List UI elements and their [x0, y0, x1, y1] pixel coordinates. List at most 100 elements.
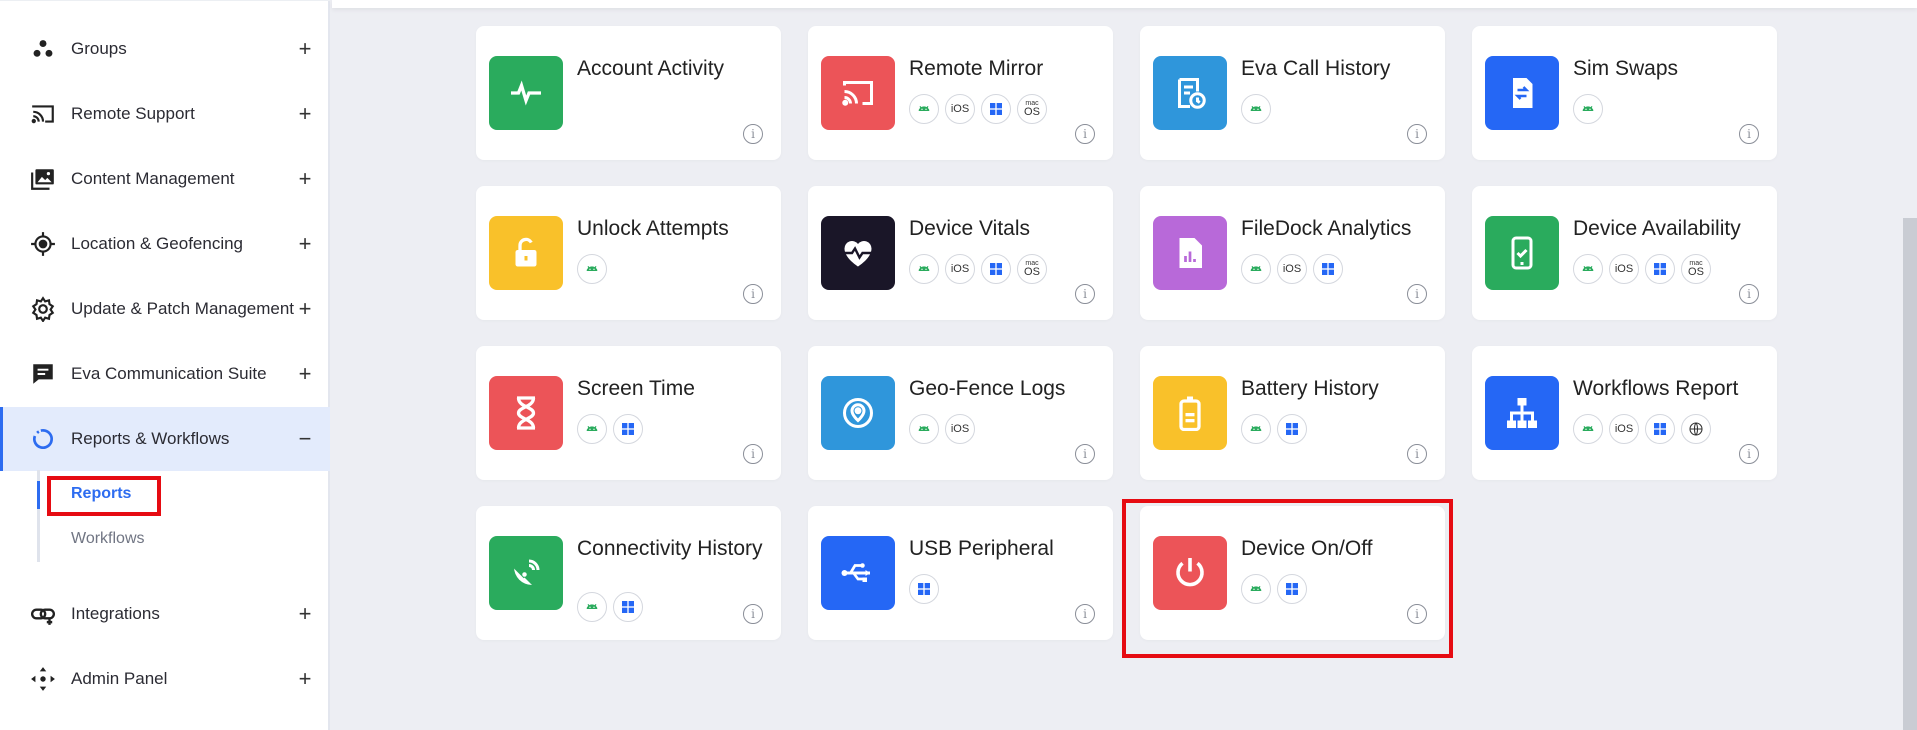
- expand-icon[interactable]: +: [296, 168, 314, 190]
- report-card-sim-swaps[interactable]: Sim Swaps i: [1472, 26, 1777, 160]
- expand-icon[interactable]: +: [296, 298, 314, 320]
- info-icon[interactable]: i: [1075, 604, 1095, 624]
- sidebar-item-admin-panel[interactable]: Admin Panel +: [0, 647, 330, 711]
- activity-pulse-icon: [489, 56, 563, 130]
- sidebar-item-location-geofencing[interactable]: Location & Geofencing +: [0, 212, 330, 276]
- report-card-title: FileDock Analytics: [1241, 217, 1412, 240]
- info-icon[interactable]: i: [1739, 284, 1759, 304]
- collapse-icon[interactable]: −: [296, 428, 314, 450]
- sidebar-subitem-reports[interactable]: Reports: [36, 481, 131, 509]
- info-icon[interactable]: i: [743, 284, 763, 304]
- expand-icon[interactable]: +: [296, 668, 314, 690]
- platform-badges: [909, 574, 939, 604]
- sidebar-item-groups[interactable]: Groups +: [0, 17, 330, 81]
- globe-icon: [1681, 414, 1711, 444]
- sidebar-item-label: Content Management: [71, 169, 235, 188]
- windows-icon: [1313, 254, 1343, 284]
- windows-icon: [981, 94, 1011, 124]
- sidebar-item-remote-support[interactable]: Remote Support +: [0, 82, 330, 146]
- file-chart-icon: [1153, 216, 1227, 290]
- info-icon[interactable]: i: [743, 444, 763, 464]
- hierarchy-icon: [1485, 376, 1559, 450]
- report-card-title: USB Peripheral: [909, 537, 1054, 560]
- macos-icon: mac OS: [1017, 254, 1047, 284]
- sidebar-item-label: Eva Communication Suite: [71, 364, 267, 383]
- ios-icon: iOS: [1277, 254, 1307, 284]
- sidebar-item-update-patch[interactable]: Update & Patch Management +: [0, 277, 330, 341]
- report-card-device-vitals[interactable]: Device Vitals iOS mac OS i: [808, 186, 1113, 320]
- report-card-remote-mirror[interactable]: Remote Mirror iOS mac OS i: [808, 26, 1113, 160]
- info-icon[interactable]: i: [1407, 284, 1427, 304]
- report-card-account-activity[interactable]: Account Activity i: [476, 26, 781, 160]
- sidebar-item-label: Admin Panel: [71, 669, 168, 688]
- report-card-title: Sim Swaps: [1573, 57, 1679, 80]
- report-card-unlock-attempts[interactable]: Unlock Attempts i: [476, 186, 781, 320]
- expand-icon[interactable]: +: [296, 363, 314, 385]
- info-icon[interactable]: i: [1075, 284, 1095, 304]
- sim-swap-icon: [1485, 56, 1559, 130]
- header-bar: [332, 0, 1917, 8]
- info-icon[interactable]: i: [1739, 124, 1759, 144]
- scrollbar[interactable]: [1903, 218, 1917, 730]
- platform-badges: [1241, 574, 1307, 604]
- platform-badges: [577, 254, 607, 284]
- info-icon[interactable]: i: [743, 124, 763, 144]
- info-icon[interactable]: i: [743, 604, 763, 624]
- sidebar: Groups + Remote Support + Content Manage…: [0, 0, 330, 730]
- android-icon: [577, 592, 607, 622]
- sidebar-item-label: Update & Patch Management: [71, 299, 295, 318]
- android-icon: [909, 254, 939, 284]
- ios-icon: iOS: [945, 414, 975, 444]
- sidebar-subitem-workflows[interactable]: Workflows: [71, 530, 145, 548]
- report-card-eva-call-history[interactable]: Eva Call History i: [1140, 26, 1445, 160]
- report-card-battery-history[interactable]: Battery History i: [1140, 346, 1445, 480]
- info-icon[interactable]: i: [1075, 124, 1095, 144]
- report-card-device-on-off[interactable]: Device On/Off i: [1140, 506, 1445, 640]
- report-card-usb-peripheral[interactable]: USB Peripheral i: [808, 506, 1113, 640]
- report-card-geo-fence-logs[interactable]: Geo-Fence Logs iOS i: [808, 346, 1113, 480]
- platform-badges: iOS: [909, 414, 975, 444]
- expand-icon[interactable]: +: [296, 603, 314, 625]
- location-target-icon: [29, 230, 57, 258]
- windows-icon: [613, 592, 643, 622]
- platform-badges: [577, 592, 643, 622]
- info-icon[interactable]: i: [1407, 604, 1427, 624]
- usb-icon: [821, 536, 895, 610]
- windows-icon: [613, 414, 643, 444]
- info-icon[interactable]: i: [1407, 124, 1427, 144]
- report-card-title: Device Vitals: [909, 217, 1030, 240]
- ios-icon: iOS: [945, 254, 975, 284]
- report-card-workflows-report[interactable]: Workflows Report iOS i: [1472, 346, 1777, 480]
- android-icon: [577, 414, 607, 444]
- sidebar-item-integrations[interactable]: Integrations +: [0, 582, 330, 646]
- phone-check-icon: [1485, 216, 1559, 290]
- sidebar-item-content-management[interactable]: Content Management +: [0, 147, 330, 211]
- unlock-icon: [489, 216, 563, 290]
- report-card-title: Screen Time: [577, 377, 695, 400]
- expand-icon[interactable]: +: [296, 38, 314, 60]
- info-icon[interactable]: i: [1075, 444, 1095, 464]
- report-card-filedock-analytics[interactable]: FileDock Analytics iOS i: [1140, 186, 1445, 320]
- sidebar-item-reports-workflows[interactable]: Reports & Workflows −: [0, 407, 330, 471]
- windows-icon: [909, 574, 939, 604]
- platform-badges: [577, 414, 643, 444]
- windows-icon: [1645, 254, 1675, 284]
- platform-badges: iOS mac OS: [909, 254, 1047, 284]
- platform-badges: iOS mac OS: [1573, 254, 1711, 284]
- sidebar-item-label: Remote Support: [71, 104, 195, 123]
- platform-badges: iOS: [1573, 414, 1711, 444]
- sidebar-item-eva-communication[interactable]: Eva Communication Suite +: [0, 342, 330, 406]
- report-card-device-availability[interactable]: Device Availability iOS mac OS i: [1472, 186, 1777, 320]
- sidebar-item-label: Groups: [71, 39, 127, 58]
- android-icon: [1573, 254, 1603, 284]
- windows-icon: [1645, 414, 1675, 444]
- report-card-connectivity-history[interactable]: Connectivity History i: [476, 506, 781, 640]
- report-card-screen-time[interactable]: Screen Time i: [476, 346, 781, 480]
- chat-icon: [29, 360, 57, 388]
- report-card-title: Device On/Off: [1241, 537, 1373, 560]
- expand-icon[interactable]: +: [296, 233, 314, 255]
- expand-icon[interactable]: +: [296, 103, 314, 125]
- info-icon[interactable]: i: [1407, 444, 1427, 464]
- android-icon: [1573, 414, 1603, 444]
- info-icon[interactable]: i: [1739, 444, 1759, 464]
